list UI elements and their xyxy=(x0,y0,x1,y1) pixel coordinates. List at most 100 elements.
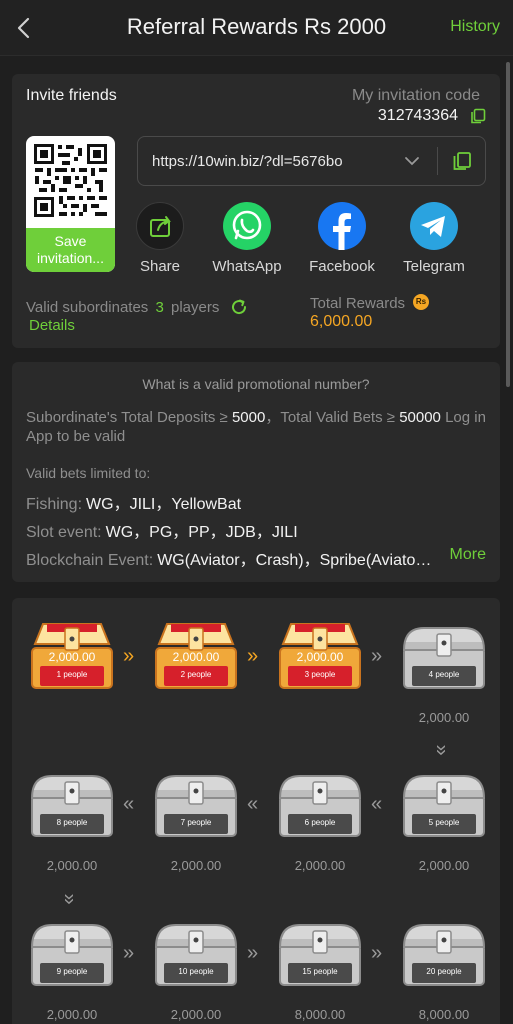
bet-category-fishing: Fishing: WG，JILI，YellowBat xyxy=(26,490,241,514)
bet-category-blockchain: Blockchain Event: WG(Aviator，Crash)，Sprib… xyxy=(26,546,435,570)
reward-chest[interactable]: 10 people xyxy=(151,917,241,989)
share-option-whatsapp[interactable]: WhatsApp xyxy=(201,202,293,275)
total-rewards-label: Total Rewards xyxy=(310,295,406,312)
chest-people-label: 1 people xyxy=(56,670,88,679)
chest-amount: 2,000.00 xyxy=(418,710,470,725)
chest-amount: 2,000.00 xyxy=(48,650,96,664)
reward-chest[interactable]: 15 people xyxy=(275,917,365,989)
right-arrow-icon: » xyxy=(371,645,383,667)
down-arrow-icon: » xyxy=(58,893,81,905)
promo-rule-text: Subordinate's Total Deposits ≥ 5000，Tota… xyxy=(26,408,486,446)
subordinates-unit: players xyxy=(171,299,220,316)
total-rewards-value: 6,000.00 xyxy=(310,313,373,330)
rule-deposit-value: 5000 xyxy=(231,409,266,426)
subordinates-count: 3 xyxy=(155,299,164,316)
reward-chest[interactable]: 3 people 2,000.00 xyxy=(275,620,365,692)
rule-bets-value: 50000 xyxy=(399,409,441,426)
left-arrow-icon: « xyxy=(247,793,259,815)
reward-chest[interactable]: 8 people xyxy=(27,768,117,840)
chest-people-label: 20 people xyxy=(426,967,462,976)
share-option-facebook[interactable]: Facebook xyxy=(296,202,388,275)
chest-people-label: 8 people xyxy=(56,818,88,827)
invitation-link: https://10win.biz/?dl=5676bo xyxy=(152,153,343,170)
share-option-label: Telegram xyxy=(403,258,465,275)
telegram-icon xyxy=(410,202,458,250)
valid-bets-label: Valid bets limited to: xyxy=(26,465,151,481)
share-icon xyxy=(136,202,184,250)
invitation-link-field[interactable]: https://10win.biz/?dl=5676bo xyxy=(137,136,486,186)
qr-code-card: Save invitation... xyxy=(26,136,115,272)
bet-category-slot: Slot event: WG，PG，PP，JDB，JILI xyxy=(26,518,298,542)
whatsapp-icon xyxy=(223,202,271,250)
chest-amount: 2,000.00 xyxy=(46,1007,98,1022)
subordinates-label: Valid subordinates xyxy=(26,299,149,316)
chest-amount: 2,000.00 xyxy=(294,858,346,873)
chest-people-label: 15 people xyxy=(302,967,338,976)
details-link[interactable]: Details xyxy=(29,317,75,334)
share-option-label: Facebook xyxy=(309,258,375,275)
share-option-label: Share xyxy=(139,258,181,275)
right-arrow-icon: » xyxy=(247,645,259,667)
qr-code xyxy=(32,142,109,219)
rule-bets-label: ，Total Valid Bets ≥ xyxy=(265,409,396,426)
promo-question: What is a valid promotional number? xyxy=(142,376,370,392)
bet-category-label: Slot event: xyxy=(26,524,102,541)
promo-rules-card: What is a valid promotional number? Subo… xyxy=(12,362,500,582)
reward-chest[interactable]: 5 people xyxy=(399,768,489,840)
share-option-telegram[interactable]: Telegram xyxy=(388,202,480,275)
reward-chest[interactable]: 20 people xyxy=(399,917,489,989)
bet-category-label: Fishing: xyxy=(26,496,83,513)
reward-chest[interactable]: 6 people xyxy=(275,768,365,840)
invite-card: Invite friends My invitation code 312743… xyxy=(12,74,500,348)
copy-code-icon[interactable] xyxy=(470,108,486,124)
chest-amount: 8,000.00 xyxy=(294,1007,346,1022)
right-arrow-icon: » xyxy=(123,942,135,964)
copy-link-icon[interactable] xyxy=(452,151,472,171)
chest-amount: 8,000.00 xyxy=(418,1007,470,1022)
valid-subordinates: Valid subordinates 3 players xyxy=(26,299,219,316)
field-divider xyxy=(437,147,438,175)
bet-games: WG，PG，PP，JDB，JILI xyxy=(105,524,298,541)
chest-amount: 2,000.00 xyxy=(296,650,344,664)
reward-chest[interactable]: 7 people xyxy=(151,768,241,840)
reward-chest[interactable]: 4 people xyxy=(399,620,489,692)
reward-chest[interactable]: 9 people xyxy=(27,917,117,989)
chest-people-label: 9 people xyxy=(56,967,88,976)
right-arrow-icon: » xyxy=(247,942,259,964)
left-arrow-icon: « xyxy=(371,793,383,815)
rupee-coin-icon: Rs xyxy=(413,294,429,310)
reward-chests-card: 1 people 2,000.00 » 2 people 2,000.00 » 3 peop… xyxy=(12,598,500,1024)
chest-people-label: 3 people xyxy=(304,670,336,679)
refresh-icon[interactable] xyxy=(230,298,248,316)
invitation-code-label: My invitation code xyxy=(351,87,480,104)
right-arrow-icon: » xyxy=(123,645,135,667)
chest-amount: 2,000.00 xyxy=(170,1007,222,1022)
bet-category-label: Blockchain Event: xyxy=(26,552,154,569)
top-bar: Referral Rewards Rs 2000 History xyxy=(0,0,513,56)
down-arrow-icon: » xyxy=(430,744,453,756)
share-option-label: WhatsApp xyxy=(212,258,282,275)
save-invitation-button[interactable]: Save invitation... xyxy=(26,228,115,272)
chest-amount: 2,000.00 xyxy=(172,650,220,664)
chest-people-label: 4 people xyxy=(428,670,460,679)
chest-people-label: 2 people xyxy=(180,670,212,679)
chest-amount: 2,000.00 xyxy=(418,858,470,873)
bet-games: WG(Aviator，Crash)，Spribe(Aviator… xyxy=(157,552,436,569)
chest-people-label: 7 people xyxy=(180,818,212,827)
bet-games: WG，JILI，YellowBat xyxy=(86,496,242,513)
invitation-code: 312743364 xyxy=(377,107,458,124)
chest-amount: 2,000.00 xyxy=(46,858,98,873)
history-link[interactable]: History xyxy=(450,18,500,36)
invite-title: Invite friends xyxy=(26,87,117,104)
share-option-share[interactable]: Share xyxy=(114,202,206,275)
page-title: Referral Rewards Rs 2000 xyxy=(126,14,387,39)
reward-chest[interactable]: 2 people 2,000.00 xyxy=(151,620,241,692)
more-link[interactable]: More xyxy=(450,546,486,564)
chest-people-label: 5 people xyxy=(428,818,460,827)
reward-chest[interactable]: 1 people 2,000.00 xyxy=(27,620,117,692)
facebook-icon xyxy=(318,202,366,250)
scrollbar[interactable] xyxy=(506,62,510,387)
chevron-down-icon[interactable] xyxy=(404,154,420,168)
chest-people-label: 10 people xyxy=(178,967,214,976)
right-arrow-icon: » xyxy=(371,942,383,964)
